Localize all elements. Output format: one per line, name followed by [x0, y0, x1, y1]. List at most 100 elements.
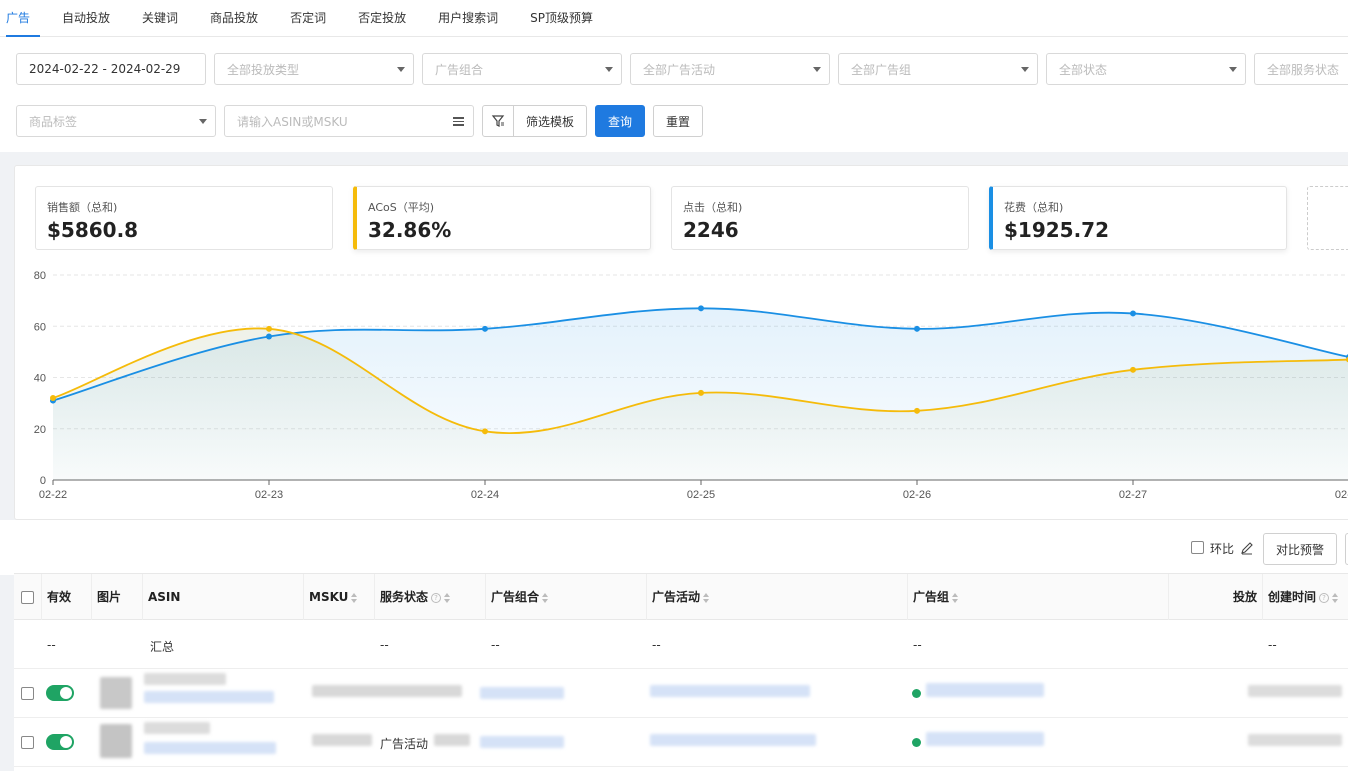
col-msku[interactable]: MSKU — [304, 574, 375, 620]
table-row[interactable] — [14, 669, 1348, 718]
reset-button[interactable]: 重置 — [653, 105, 703, 137]
asin-msku-placeholder: 请输入ASIN或MSKU — [237, 114, 348, 129]
product-image — [100, 724, 132, 758]
target-type-select[interactable]: 全部投放类型 — [214, 53, 414, 85]
tab-keywords[interactable]: 关键词 — [126, 0, 194, 37]
campaign-select[interactable]: 全部广告活动 — [630, 53, 830, 85]
col-portfolio[interactable]: 广告组合 — [486, 574, 647, 620]
help-icon[interactable]: ? — [431, 592, 442, 603]
summary-created: -- — [1268, 638, 1277, 652]
compare-alert-button[interactable]: 对比预警 — [1263, 533, 1337, 565]
tab-sp-budget[interactable]: SP顶级预算 — [514, 0, 609, 37]
metric-card-acos[interactable]: ACoS（平均) 32.86% — [353, 186, 651, 250]
data-point — [1130, 310, 1136, 317]
sort-icon[interactable] — [351, 592, 358, 603]
service-status-redacted — [434, 734, 470, 746]
col-asin: ASIN — [143, 574, 304, 620]
summary-portfolio: -- — [491, 638, 500, 652]
metric-card-sales[interactable]: 销售额（总和) $5860.8 — [35, 186, 333, 250]
compare-checkbox[interactable] — [1191, 541, 1204, 554]
asin-redacted[interactable] — [144, 722, 210, 734]
data-point — [914, 407, 920, 414]
filter-template-button[interactable]: 筛选模板 — [513, 105, 587, 137]
date-range-picker[interactable]: 2024-02-22 - 2024-02-29 — [16, 53, 206, 85]
col-service-status[interactable]: 服务状态? — [375, 574, 486, 620]
col-ad-group-label: 广告组 — [913, 590, 950, 604]
bulk-input-icon[interactable] — [453, 117, 464, 126]
select-all-checkbox[interactable] — [21, 591, 34, 604]
tab-negative-keywords[interactable]: 否定词 — [274, 0, 342, 37]
col-ad-group[interactable]: 广告组 — [908, 574, 1169, 620]
filter-panel: 2024-02-22 - 2024-02-29 全部投放类型 广告组合 全部广告… — [0, 37, 1348, 152]
sort-icon[interactable] — [1332, 592, 1339, 603]
metric-value: $1925.72 — [1004, 218, 1110, 242]
x-tick-label: 02-25 — [687, 489, 715, 501]
product-image — [100, 677, 132, 709]
metric-label: ACoS（平均) — [368, 201, 435, 214]
y-tick-label: 20 — [34, 424, 46, 436]
portfolio-link-redacted[interactable] — [480, 687, 564, 699]
tab-auto-targeting[interactable]: 自动投放 — [46, 0, 126, 37]
col-campaign[interactable]: 广告活动 — [647, 574, 908, 620]
sort-icon[interactable] — [703, 592, 710, 603]
sort-icon[interactable] — [444, 592, 451, 603]
tab-negative-targeting[interactable]: 否定投放 — [342, 0, 422, 37]
data-point — [482, 325, 488, 332]
created-redacted — [1248, 685, 1342, 697]
data-point — [1130, 366, 1136, 373]
status-select[interactable]: 全部状态 — [1046, 53, 1246, 85]
col-msku-label: MSKU — [309, 590, 349, 604]
asin-msku-input[interactable]: 请输入ASIN或MSKU — [224, 105, 474, 137]
msku-redacted — [312, 734, 372, 746]
chart-card: 销售额（总和) $5860.8 ACoS（平均) 32.86% 点击（总和) 2… — [14, 165, 1348, 520]
campaign-link-redacted[interactable] — [650, 685, 810, 697]
metric-label: 花费（总和) — [1004, 201, 1064, 214]
portfolio-select[interactable]: 广告组合 — [422, 53, 622, 85]
query-button[interactable]: 查询 — [595, 105, 645, 137]
query-label: 查询 — [607, 114, 632, 129]
row-checkbox[interactable] — [21, 687, 34, 700]
ad-group-link-redacted[interactable] — [926, 732, 1044, 746]
row-checkbox[interactable] — [21, 736, 34, 749]
metric-card-spend[interactable]: 花费（总和) $1925.72 — [989, 186, 1287, 250]
portfolio-link-redacted[interactable] — [480, 736, 564, 748]
summary-row: -- 汇总 -- -- -- -- -- — [14, 620, 1348, 669]
filter-icon — [491, 115, 505, 127]
edit-icon[interactable] — [1240, 541, 1254, 555]
sort-icon[interactable] — [952, 592, 959, 603]
metric-label: 销售额（总和) — [47, 201, 118, 214]
service-status-select[interactable]: 全部服务状态 — [1254, 53, 1348, 85]
top-tabs: 广告 自动投放 关键词 商品投放 否定词 否定投放 用户搜索词 SP顶级预算 — [0, 0, 1348, 37]
chevron-down-icon — [1021, 67, 1029, 72]
enable-toggle[interactable] — [46, 734, 74, 750]
y-tick-label: 80 — [34, 270, 46, 282]
x-tick-label: 02-22 — [39, 489, 67, 501]
sort-icon[interactable] — [542, 592, 549, 603]
tab-ads[interactable]: 广告 — [0, 0, 46, 37]
asin-redacted[interactable] — [144, 673, 226, 685]
tab-product-targeting[interactable]: 商品投放 — [194, 0, 274, 37]
data-point — [50, 395, 56, 401]
filter-template-icon-button[interactable] — [482, 105, 514, 137]
asin-link-redacted[interactable] — [144, 742, 276, 754]
asin-link-redacted[interactable] — [144, 691, 274, 703]
enable-toggle[interactable] — [46, 685, 74, 701]
tab-search-terms[interactable]: 用户搜索词 — [422, 0, 514, 37]
col-created[interactable]: 创建时间? — [1263, 574, 1348, 620]
chevron-down-icon — [397, 67, 405, 72]
ad-group-select[interactable]: 全部广告组 — [838, 53, 1038, 85]
table-header: 有效 图片 ASIN MSKU 服务状态? 广告组合 广告活动 广告组 投放 创… — [14, 574, 1348, 620]
col-portfolio-label: 广告组合 — [491, 590, 540, 604]
msku-redacted — [312, 685, 462, 697]
help-icon[interactable]: ? — [1319, 592, 1330, 603]
add-metric-card[interactable] — [1307, 186, 1348, 250]
campaign-link-redacted[interactable] — [650, 734, 816, 746]
table-row[interactable]: 广告活动 — [14, 718, 1348, 767]
data-point — [266, 325, 272, 332]
ad-group-value: 全部广告组 — [851, 62, 912, 77]
ad-group-link-redacted[interactable] — [926, 683, 1044, 697]
compare-alert-label: 对比预警 — [1275, 542, 1324, 557]
product-tag-select[interactable]: 商品标签 — [16, 105, 216, 137]
metric-card-clicks[interactable]: 点击（总和) 2246 — [671, 186, 969, 250]
col-service-status-label: 服务状态 — [380, 590, 429, 604]
